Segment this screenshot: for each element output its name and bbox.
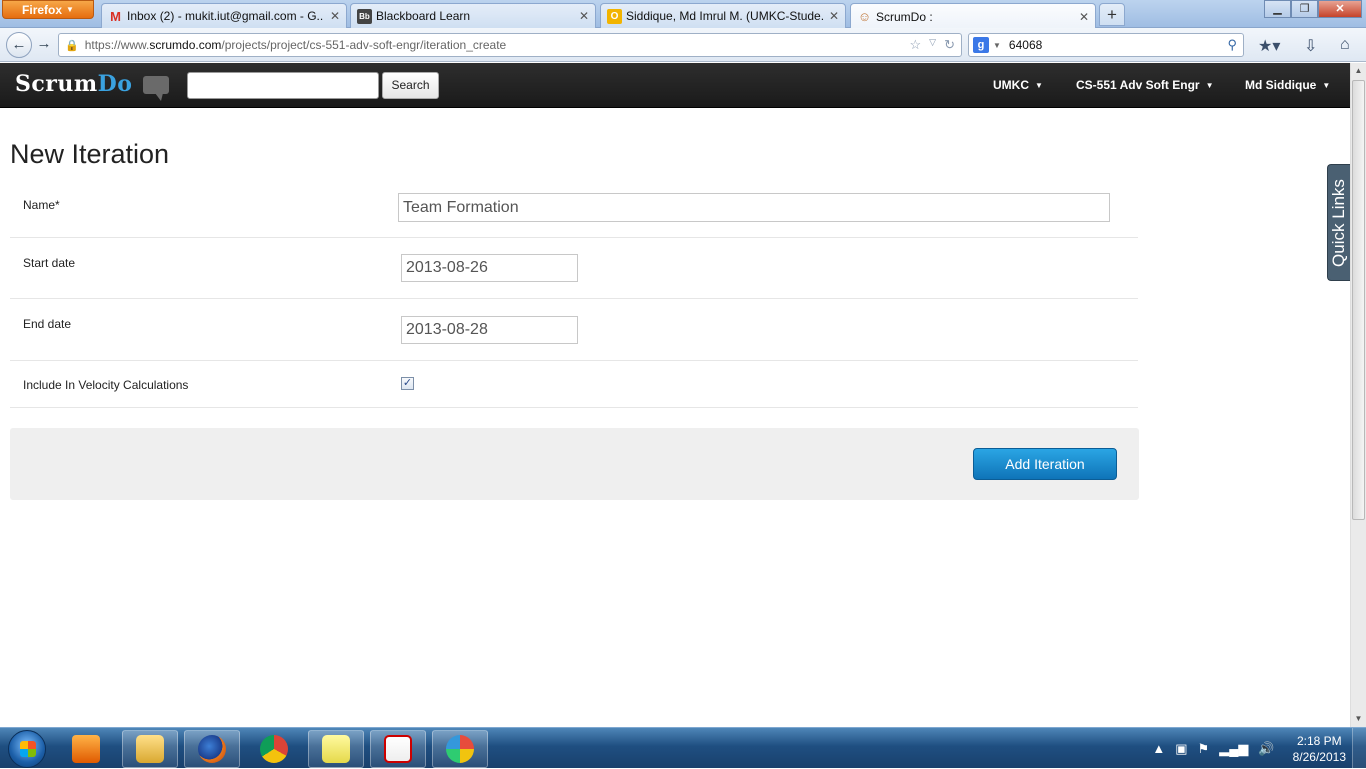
chrome-icon[interactable] (246, 730, 302, 768)
menu-project[interactable]: CS-551 Adv Soft Engr ▼ (1076, 78, 1214, 92)
window-close-button[interactable]: ✕ (1318, 0, 1362, 18)
clock-date: 8/26/2013 (1292, 749, 1346, 764)
firefox-icon[interactable] (184, 730, 240, 768)
add-iteration-button[interactable]: Add Iteration (973, 448, 1117, 480)
close-icon[interactable]: ✕ (579, 9, 589, 23)
page-title: New Iteration (10, 139, 170, 169)
end-date-label: End date (23, 317, 72, 331)
scroll-down-icon[interactable]: ▼ (1351, 711, 1366, 727)
maximize-button[interactable]: ❐ (1291, 0, 1318, 18)
chevron-down-icon: ▼ (1035, 81, 1043, 90)
google-icon: g (973, 37, 989, 53)
firefox-menu-button[interactable]: Firefox ▼ (2, 0, 94, 19)
outlook-icon: O (607, 8, 622, 24)
tab-outlook[interactable]: O Siddique, Md Imrul M. (UMKC-Stude... ✕ (600, 3, 846, 28)
menu-organization[interactable]: UMKC ▼ (993, 78, 1043, 92)
search-icon[interactable]: ⚲ (1227, 37, 1243, 53)
device-icon[interactable]: ▣ (1175, 741, 1187, 757)
end-date-input[interactable]: 2013-08-28 (401, 316, 578, 344)
start-date-label: Start date (23, 256, 76, 270)
url-bar[interactable]: 🔒 https://www.scrumdo.com/projects/proje… (58, 33, 962, 57)
back-button[interactable]: ← (6, 32, 32, 58)
quick-links-tab[interactable]: Quick Links (1327, 164, 1350, 281)
quick-links-label: Quick Links (1329, 178, 1348, 267)
windows-taskbar: ▲ ▣ ⚑ ▂▄▆ 🔊 2:18 PM 8/26/2013 (0, 727, 1366, 769)
name-row: Name* Team Formation (10, 188, 1138, 238)
navigation-toolbar: ← → 🔒 https://www.scrumdo.com/projects/p… (0, 28, 1366, 62)
app-search-button[interactable]: Search (382, 72, 439, 99)
velocity-row: Include In Velocity Calculations ✓ (10, 361, 1138, 408)
reload-icon[interactable]: ↻ (944, 37, 955, 53)
url-dropdown-icon[interactable]: ▽ (929, 37, 936, 53)
system-tray: ▲ ▣ ⚑ ▂▄▆ 🔊 2:18 PM 8/26/2013 (1152, 728, 1346, 769)
media-player-icon[interactable] (58, 730, 114, 768)
form-actions: Add Iteration (10, 428, 1139, 500)
bookmarks-icon[interactable]: ★▾ (1258, 36, 1280, 56)
network-signal-icon[interactable]: ▂▄▆ (1219, 741, 1248, 757)
action-center-flag-icon[interactable]: ⚑ (1198, 741, 1210, 757)
scrumdo-logo[interactable]: ScrumDo (15, 71, 132, 97)
forward-button[interactable]: → (33, 32, 55, 58)
bookmark-star-icon[interactable]: ☆ (910, 37, 922, 53)
paint-icon[interactable] (432, 730, 488, 768)
acrobat-icon[interactable] (370, 730, 426, 768)
scrumdo-icon: ☺ (857, 9, 872, 24)
browser-tab-strip: Firefox ▼ M Inbox (2) - mukit.iut@gmail.… (0, 0, 1366, 29)
scrollbar-thumb[interactable] (1352, 80, 1365, 520)
tab-title: Inbox (2) - mukit.iut@gmail.com - G... (127, 9, 324, 23)
chat-icon[interactable] (143, 76, 169, 101)
close-icon[interactable]: ✕ (330, 9, 340, 23)
name-input[interactable]: Team Formation (398, 193, 1110, 222)
end-date-row: End date 2013-08-28 (10, 299, 1138, 361)
start-date-input[interactable]: 2013-08-26 (401, 254, 578, 282)
volume-icon[interactable]: 🔊 (1258, 741, 1274, 757)
new-tab-button[interactable]: + (1099, 3, 1125, 26)
sticky-notes-icon[interactable] (308, 730, 364, 768)
lock-icon: 🔒 (65, 39, 79, 52)
close-icon[interactable]: ✕ (1079, 10, 1089, 24)
start-button[interactable] (8, 730, 46, 768)
window-controls: ▁ ❐ ✕ (1264, 0, 1362, 18)
velocity-checkbox[interactable]: ✓ (401, 377, 414, 390)
tab-title: Siddique, Md Imrul M. (UMKC-Stude... (626, 9, 823, 23)
tab-title: ScrumDo : (876, 9, 933, 24)
url-text: https://www.scrumdo.com/projects/project… (84, 38, 507, 52)
blackboard-icon: Bb (357, 8, 372, 24)
chevron-down-icon: ▼ (66, 5, 74, 14)
chevron-down-icon[interactable]: ▼ (993, 41, 1001, 50)
browser-search-bar[interactable]: g ▼ 64068 ⚲ (968, 33, 1244, 57)
tab-title: Blackboard Learn (376, 9, 471, 23)
explorer-icon[interactable] (122, 730, 178, 768)
page-scrollbar[interactable]: ▲ ▼ (1350, 63, 1366, 727)
browser-search-value: 64068 (1008, 38, 1043, 52)
tab-gmail[interactable]: M Inbox (2) - mukit.iut@gmail.com - G...… (101, 3, 347, 28)
tab-blackboard[interactable]: Bb Blackboard Learn ✕ (350, 3, 596, 28)
taskbar-clock[interactable]: 2:18 PM 8/26/2013 (1293, 733, 1346, 765)
menu-user[interactable]: Md Siddique ▼ (1245, 78, 1330, 92)
downloads-icon[interactable]: ⇩ (1304, 36, 1317, 56)
chevron-down-icon: ▼ (1322, 81, 1331, 90)
minimize-button[interactable]: ▁ (1264, 0, 1291, 18)
velocity-label: Include In Velocity Calculations (23, 378, 189, 392)
close-icon[interactable]: ✕ (829, 9, 839, 23)
tab-scrumdo[interactable]: ☺ ScrumDo : ✕ (850, 3, 1096, 29)
show-hidden-icons-icon[interactable]: ▲ (1152, 741, 1165, 756)
home-icon[interactable]: ⌂ (1340, 36, 1350, 54)
scrumdo-header: ScrumDo Search UMKC ▼ CS-551 Adv Soft Eng… (0, 63, 1350, 108)
name-label: Name* (23, 198, 60, 212)
chevron-down-icon: ▼ (1205, 81, 1214, 90)
firefox-menu-label: Firefox (22, 2, 63, 17)
page-viewport: ScrumDo Search UMKC ▼ CS-551 Adv Soft Eng… (0, 63, 1350, 721)
app-search-input[interactable] (187, 72, 379, 99)
start-date-row: Start date 2013-08-26 (10, 238, 1138, 299)
show-desktop-button[interactable] (1352, 728, 1366, 769)
gmail-icon: M (110, 8, 121, 24)
scroll-up-icon[interactable]: ▲ (1351, 63, 1366, 79)
clock-time: 2:18 PM (1296, 733, 1342, 748)
